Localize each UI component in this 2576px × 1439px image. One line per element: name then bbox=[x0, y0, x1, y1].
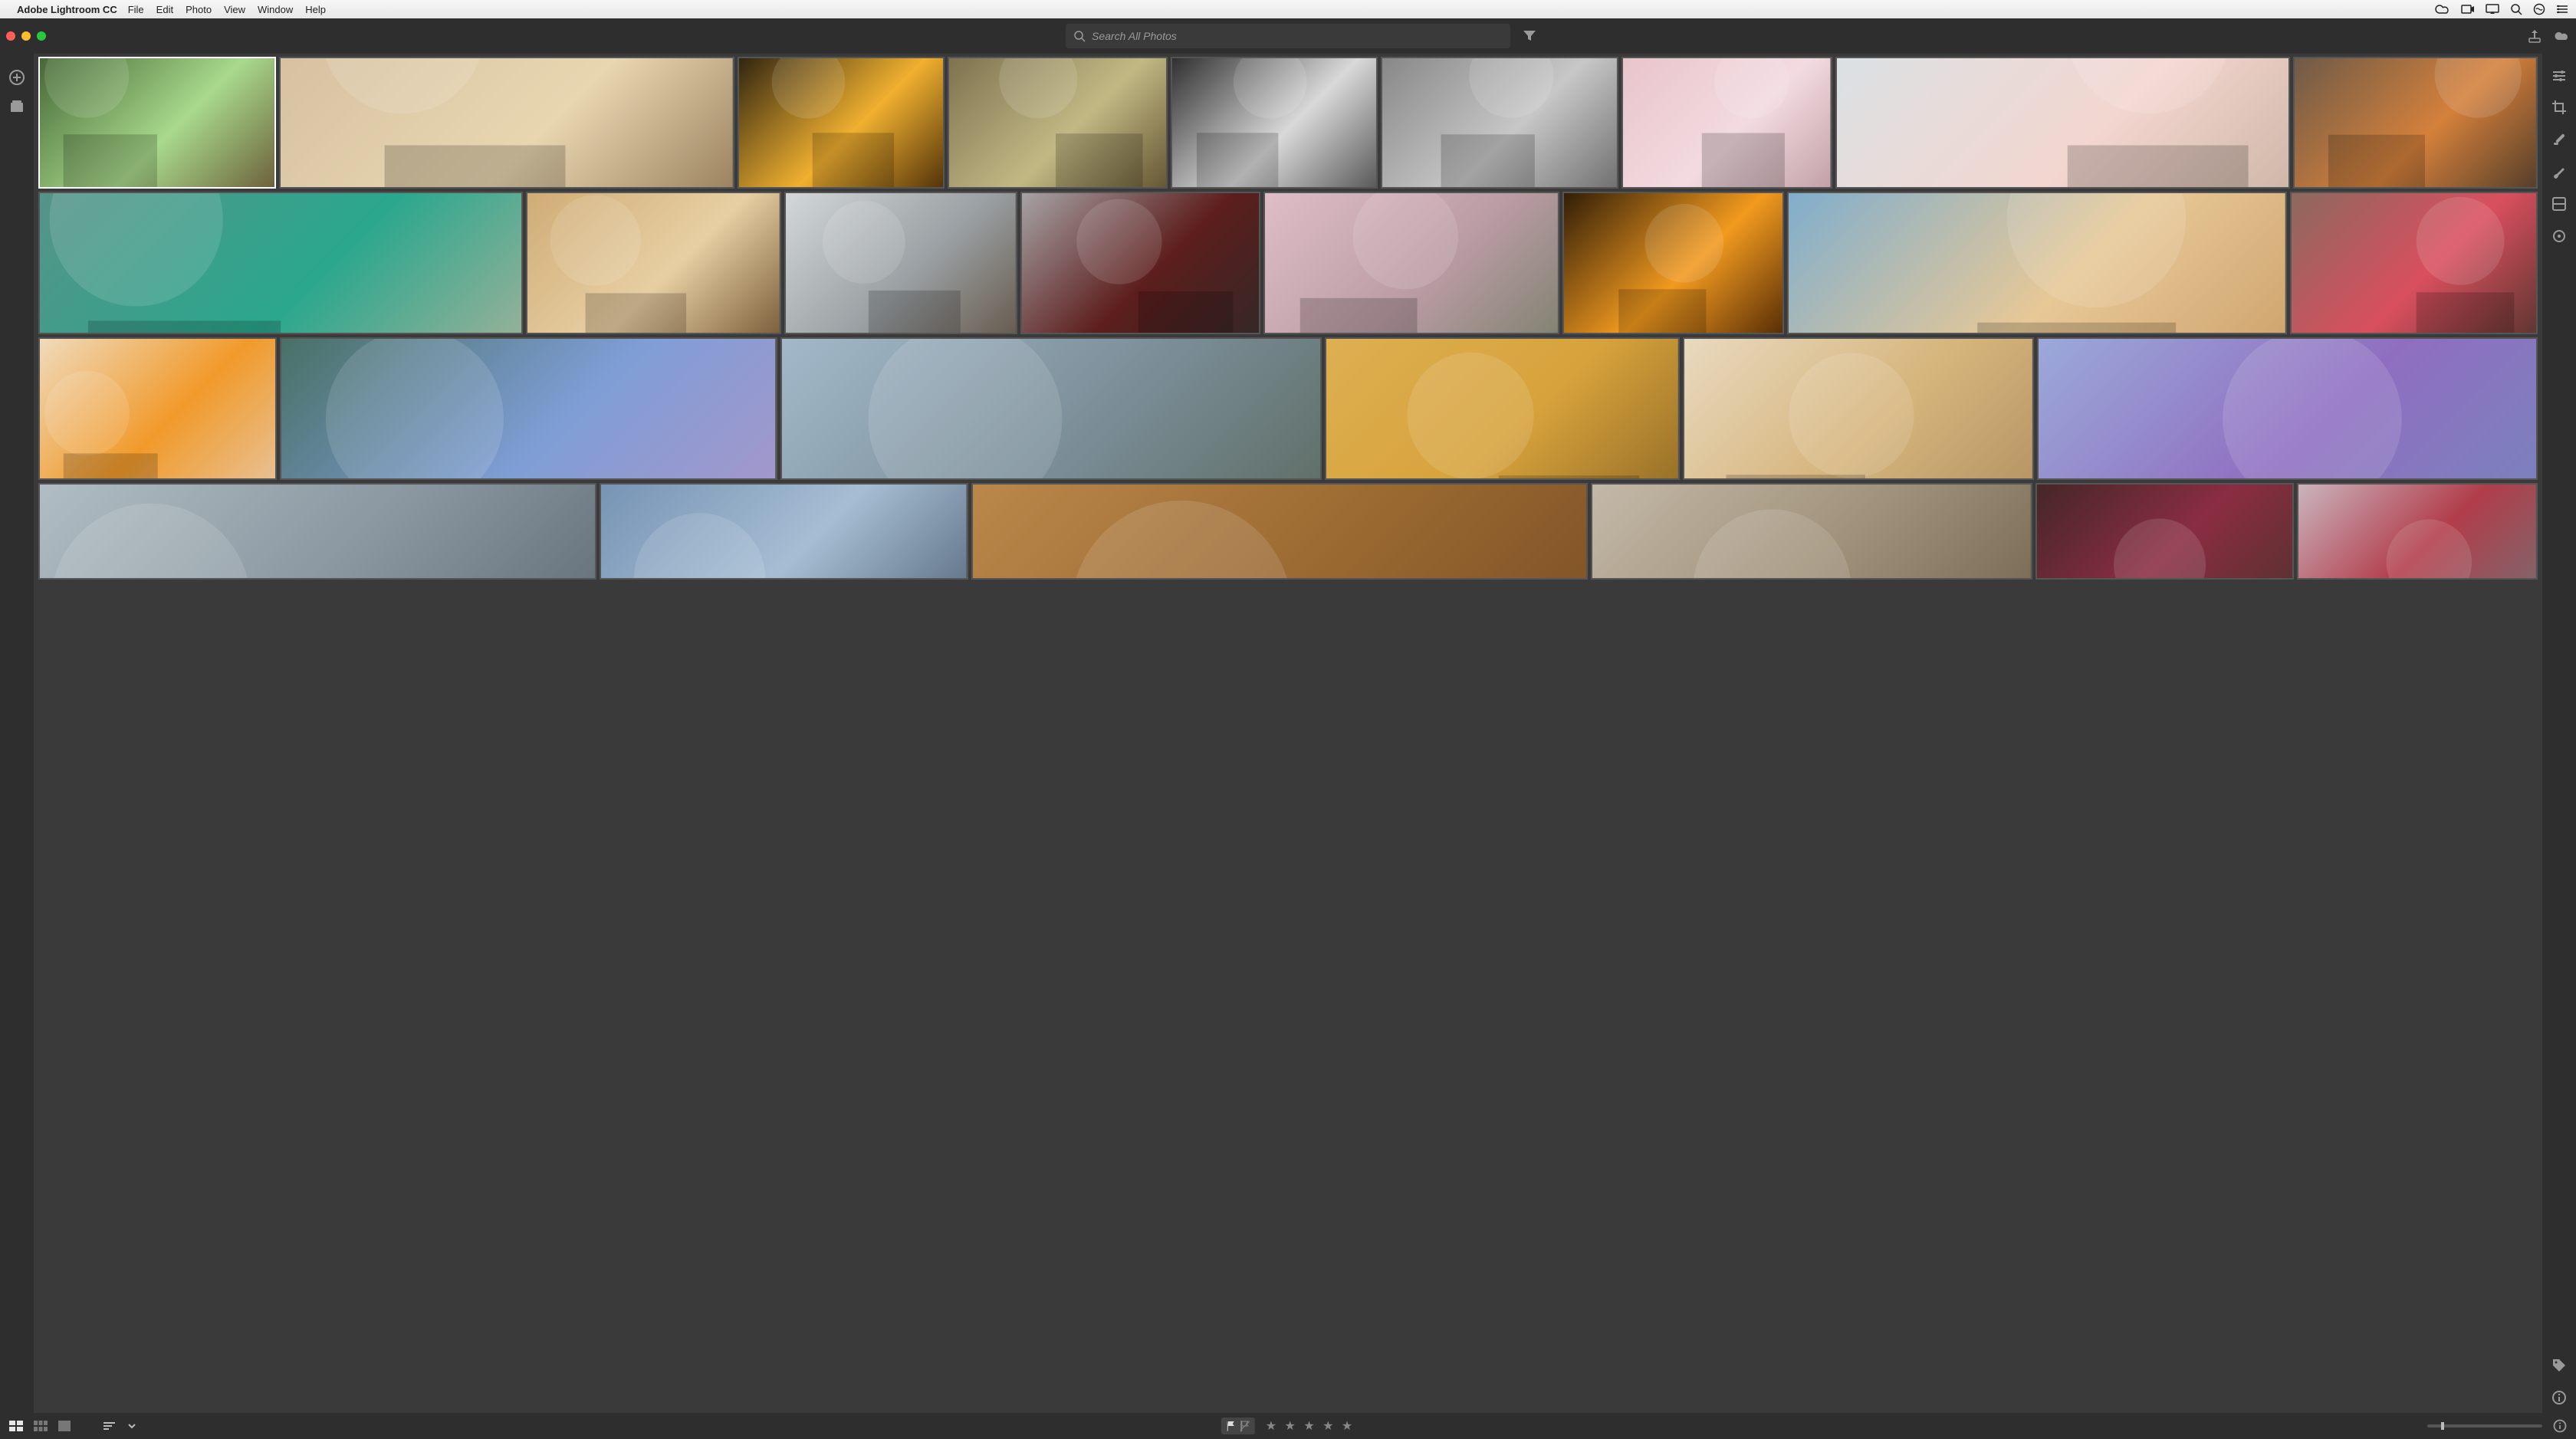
flag-pick-button[interactable] bbox=[1226, 1420, 1237, 1432]
radial-gradient-button[interactable] bbox=[2551, 228, 2567, 244]
thumbnail-size-slider[interactable] bbox=[2427, 1424, 2542, 1428]
photo-thumbnail[interactable] bbox=[971, 483, 1588, 580]
photo-thumbnail[interactable] bbox=[1263, 192, 1559, 334]
creative-cloud-icon[interactable] bbox=[2435, 4, 2450, 15]
search-input[interactable] bbox=[1092, 30, 1503, 42]
crop-button[interactable] bbox=[2551, 100, 2567, 115]
notification-center-icon[interactable] bbox=[2556, 4, 2568, 15]
filter-button[interactable] bbox=[1523, 30, 1536, 42]
menu-view[interactable]: View bbox=[224, 4, 245, 15]
left-panel bbox=[0, 54, 34, 1413]
photo-grid[interactable] bbox=[34, 54, 2542, 1413]
flag-reject-button[interactable] bbox=[1240, 1420, 1250, 1432]
rating-stars[interactable]: ★ ★ ★ ★ ★ bbox=[1266, 1418, 1355, 1434]
minimize-window-button[interactable] bbox=[21, 31, 31, 41]
app-window: ★ ★ ★ ★ ★ bbox=[0, 18, 2576, 1439]
keywords-tag-button[interactable] bbox=[2551, 1358, 2567, 1373]
sort-dropdown-chevron-icon[interactable] bbox=[127, 1421, 136, 1431]
bottom-toolbar: ★ ★ ★ ★ ★ bbox=[0, 1413, 2576, 1439]
photo-thumbnail[interactable] bbox=[1787, 192, 2287, 334]
photo-thumbnail[interactable] bbox=[2297, 483, 2538, 580]
close-window-button[interactable] bbox=[6, 31, 15, 41]
photo-thumbnail[interactable] bbox=[279, 57, 734, 189]
share-button[interactable] bbox=[2528, 29, 2541, 43]
square-grid-view-button[interactable] bbox=[34, 1421, 48, 1431]
siri-icon[interactable] bbox=[2533, 3, 2545, 15]
my-photos-button[interactable] bbox=[9, 100, 25, 113]
photo-thumbnail[interactable] bbox=[280, 337, 777, 480]
linear-gradient-button[interactable] bbox=[2551, 196, 2567, 212]
flag-toggle-group bbox=[1221, 1418, 1255, 1434]
window-controls bbox=[6, 31, 46, 41]
photo-thumbnail[interactable] bbox=[38, 57, 276, 189]
photo-thumbnail[interactable] bbox=[1381, 57, 1618, 189]
photo-thumbnail[interactable] bbox=[1835, 57, 2291, 189]
photo-thumbnail[interactable] bbox=[948, 57, 1168, 189]
photo-thumbnail[interactable] bbox=[1325, 337, 1680, 480]
cloud-sync-icon[interactable] bbox=[2553, 29, 2570, 43]
photo-thumbnail[interactable] bbox=[2293, 57, 2538, 189]
photo-grid-view-button[interactable] bbox=[9, 1421, 23, 1431]
photo-thumbnail[interactable] bbox=[1591, 483, 2032, 580]
fullscreen-window-button[interactable] bbox=[37, 31, 46, 41]
spotlight-search-icon[interactable] bbox=[2510, 3, 2522, 15]
menu-help[interactable]: Help bbox=[305, 4, 326, 15]
photo-thumbnail[interactable] bbox=[1020, 192, 1260, 334]
detail-view-button[interactable] bbox=[58, 1421, 71, 1431]
photo-thumbnail[interactable] bbox=[38, 483, 596, 580]
photo-thumbnail[interactable] bbox=[38, 337, 277, 480]
brush-button[interactable] bbox=[2551, 164, 2567, 179]
menu-photo[interactable]: Photo bbox=[186, 4, 212, 15]
mac-menubar: Adobe Lightroom CC File Edit Photo View … bbox=[0, 0, 2576, 18]
photo-thumbnail[interactable] bbox=[738, 57, 945, 189]
sort-button[interactable] bbox=[103, 1421, 117, 1431]
search-icon bbox=[1073, 30, 1086, 42]
menu-file[interactable]: File bbox=[128, 4, 144, 15]
photo-thumbnail[interactable] bbox=[526, 192, 781, 334]
photo-thumbnail[interactable] bbox=[2290, 192, 2538, 334]
screen-record-icon[interactable] bbox=[2461, 4, 2475, 15]
right-panel bbox=[2542, 54, 2576, 1413]
app-titlebar bbox=[0, 18, 2576, 54]
menu-edit[interactable]: Edit bbox=[156, 4, 173, 15]
edit-sliders-button[interactable] bbox=[2551, 69, 2567, 83]
photo-thumbnail[interactable] bbox=[38, 192, 523, 334]
search-bar[interactable] bbox=[1066, 24, 1510, 48]
grid-info-button[interactable] bbox=[2553, 1419, 2567, 1433]
photo-thumbnail[interactable] bbox=[1171, 57, 1378, 189]
app-name[interactable]: Adobe Lightroom CC bbox=[17, 4, 117, 15]
photo-thumbnail[interactable] bbox=[780, 337, 1322, 480]
photo-thumbnail[interactable] bbox=[2036, 483, 2295, 580]
photo-thumbnail[interactable] bbox=[1683, 337, 2034, 480]
airplay-icon[interactable] bbox=[2486, 4, 2499, 15]
add-photos-button[interactable] bbox=[8, 69, 25, 86]
photo-thumbnail[interactable] bbox=[784, 192, 1017, 334]
photo-thumbnail[interactable] bbox=[600, 483, 968, 580]
healing-brush-button[interactable] bbox=[2551, 132, 2567, 147]
slider-knob[interactable] bbox=[2441, 1422, 2444, 1430]
photo-thumbnail[interactable] bbox=[2037, 337, 2538, 480]
info-button[interactable] bbox=[2551, 1390, 2567, 1405]
photo-thumbnail[interactable] bbox=[1562, 192, 1784, 334]
menu-window[interactable]: Window bbox=[258, 4, 293, 15]
photo-thumbnail[interactable] bbox=[1622, 57, 1832, 189]
